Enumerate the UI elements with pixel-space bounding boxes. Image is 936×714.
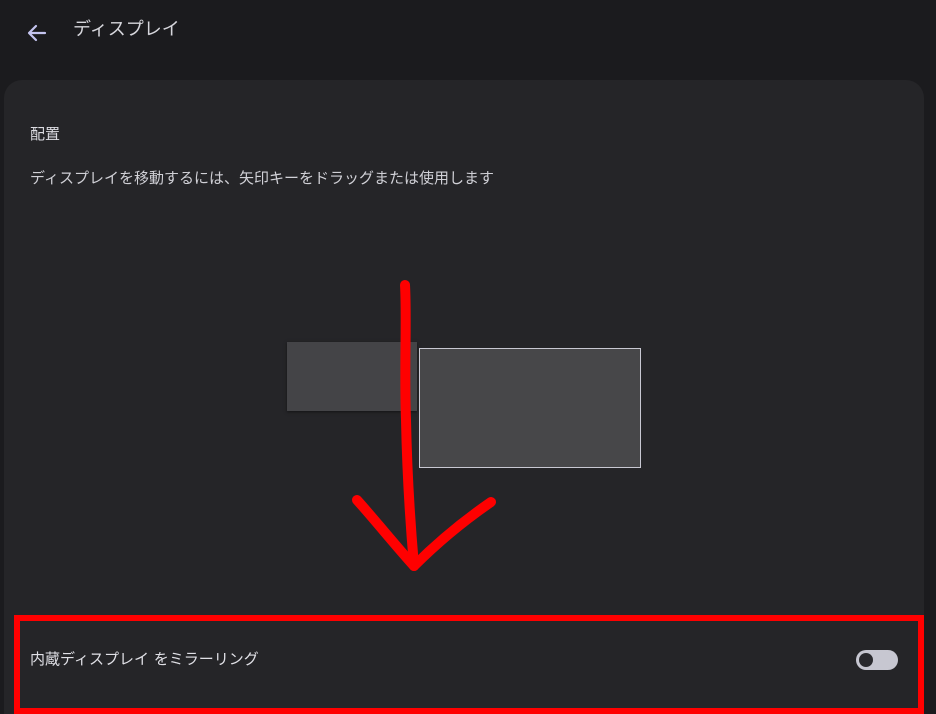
toggle-knob — [859, 653, 873, 667]
mirror-displays-row[interactable]: 内蔵ディスプレイ をミラーリング — [16, 615, 920, 705]
arrangement-heading: 配置 — [30, 125, 61, 143]
mirror-displays-toggle[interactable] — [856, 650, 898, 670]
primary-display[interactable] — [419, 348, 641, 468]
arrow-left-icon — [27, 24, 47, 42]
mirror-displays-label: 内蔵ディスプレイ をミラーリング — [30, 650, 259, 668]
top-bar: ディスプレイ — [0, 0, 936, 62]
display-settings-page: ディスプレイ 配置 ディスプレイを移動するには、矢印キーをドラッグまたは使用しま… — [0, 0, 936, 714]
arrangement-description: ディスプレイを移動するには、矢印キーをドラッグまたは使用します — [30, 169, 494, 187]
page-title: ディスプレイ — [73, 19, 180, 40]
secondary-display[interactable] — [287, 342, 417, 411]
back-button[interactable] — [22, 18, 52, 48]
